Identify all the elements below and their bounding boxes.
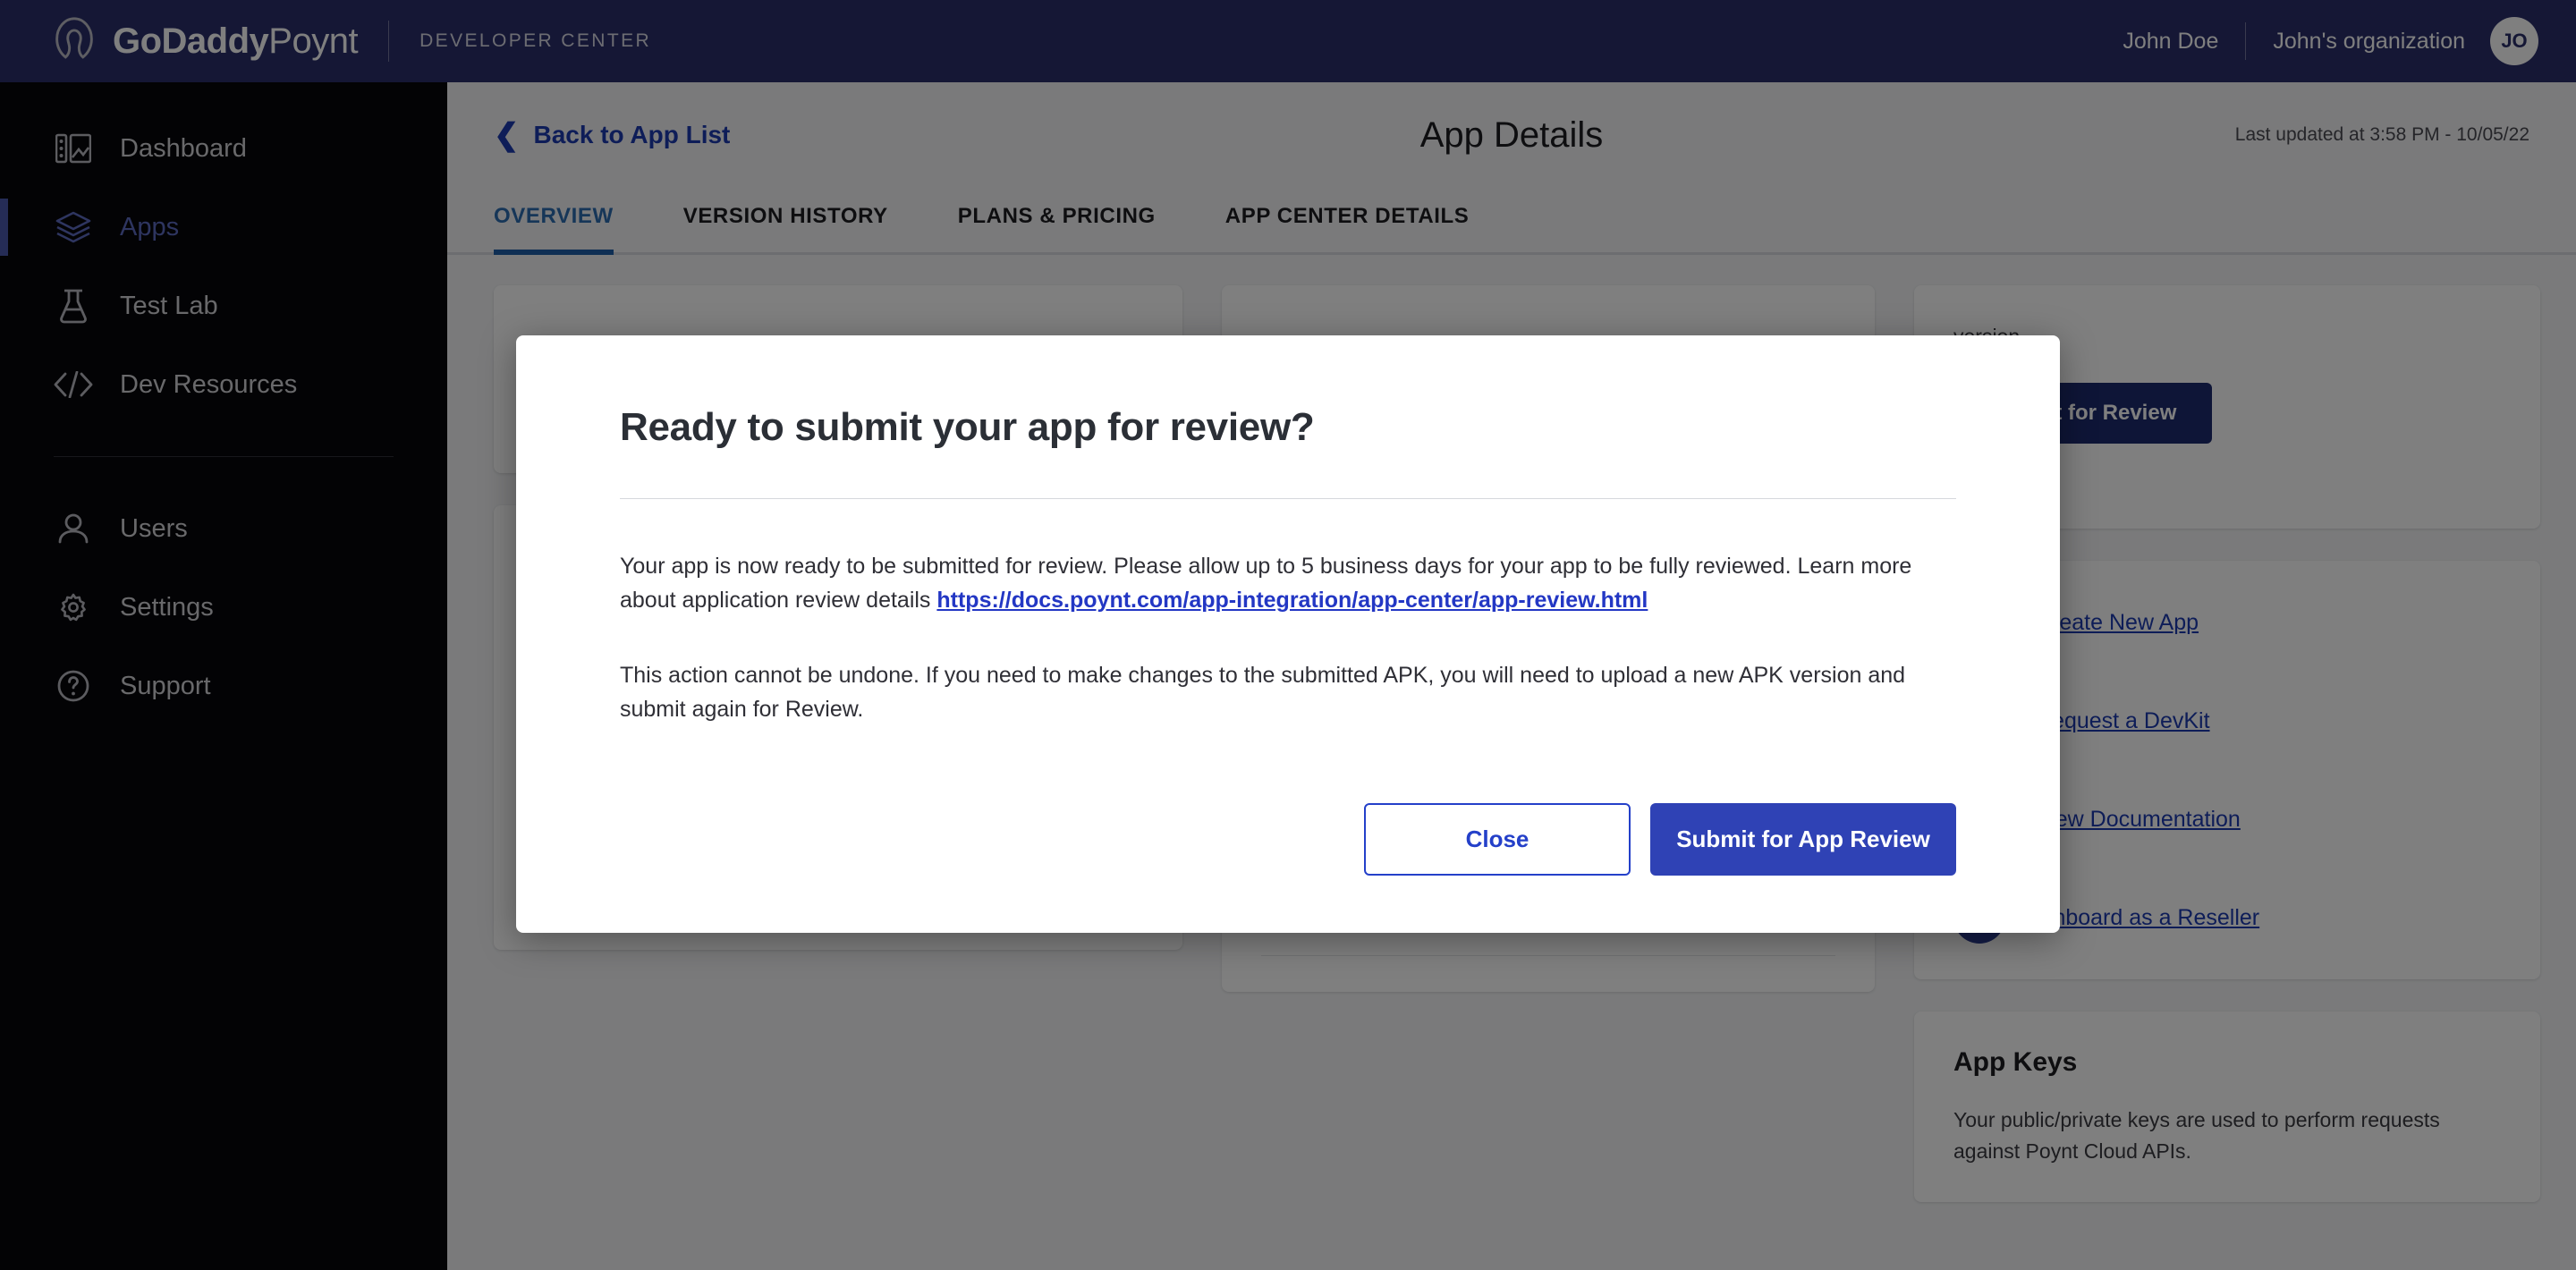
modal-title: Ready to submit your app for review? xyxy=(620,405,1956,450)
modal-divider xyxy=(620,498,1956,499)
modal-paragraph-2: This action cannot be undone. If you nee… xyxy=(620,658,1956,726)
submit-for-app-review-button[interactable]: Submit for App Review xyxy=(1650,803,1956,876)
submit-review-modal: Ready to submit your app for review? You… xyxy=(516,335,2060,933)
modal-paragraph-1: Your app is now ready to be submitted fo… xyxy=(620,549,1956,617)
close-button[interactable]: Close xyxy=(1364,803,1631,876)
modal-actions: Close Submit for App Review xyxy=(620,803,1956,876)
app-review-docs-link[interactable]: https://docs.poynt.com/app-integration/a… xyxy=(936,588,1648,613)
